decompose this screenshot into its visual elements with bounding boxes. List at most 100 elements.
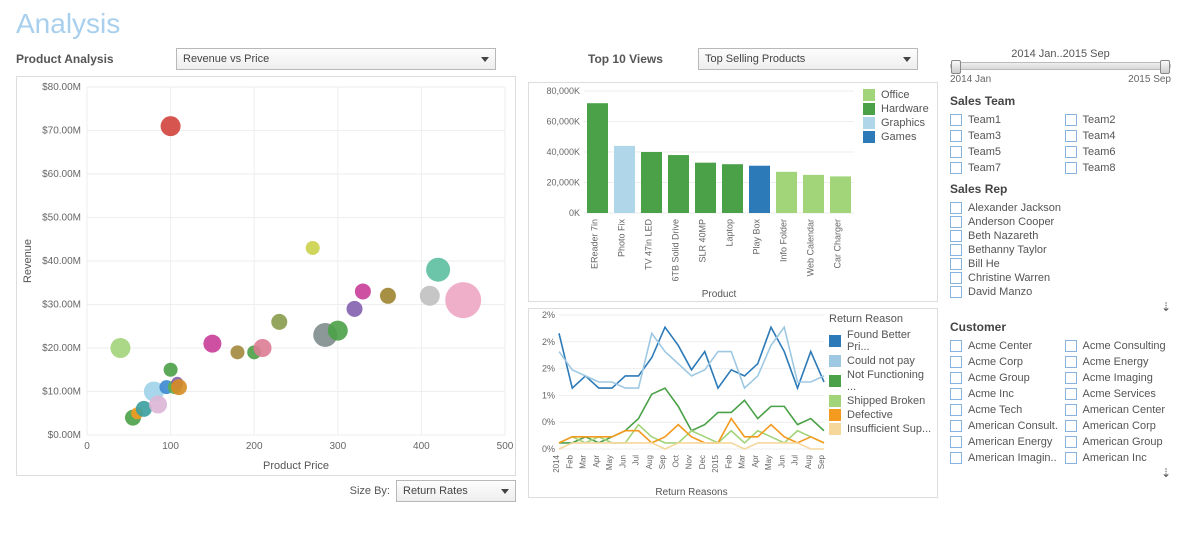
bar-legend: OfficeHardwareGraphicsGames bbox=[859, 83, 937, 301]
customer-checkbox-7[interactable]: Acme Services bbox=[1065, 388, 1172, 400]
svg-text:2%: 2% bbox=[542, 364, 555, 374]
customer-checkbox-2[interactable]: Acme Corp bbox=[950, 356, 1057, 368]
svg-text:$40.00M: $40.00M bbox=[42, 256, 81, 267]
svg-text:Mar: Mar bbox=[738, 455, 747, 469]
svg-text:$0.00M: $0.00M bbox=[48, 430, 81, 441]
svg-text:Feb: Feb bbox=[565, 454, 574, 468]
time-start-label: 2014 Jan bbox=[950, 74, 991, 85]
customer-title: Customer bbox=[950, 320, 1171, 334]
time-end-label: 2015 Sep bbox=[1128, 74, 1171, 85]
svg-text:May: May bbox=[605, 455, 614, 470]
customer-checkbox-4[interactable]: Acme Group bbox=[950, 372, 1057, 384]
line-legend: Return Reason Found Better Pri...Could n… bbox=[829, 309, 937, 497]
svg-text:2%: 2% bbox=[542, 310, 555, 320]
customer-checkbox-3[interactable]: Acme Energy bbox=[1065, 356, 1172, 368]
customer-checkbox-11[interactable]: American Corp bbox=[1065, 420, 1172, 432]
customer-checkbox-0[interactable]: Acme Center bbox=[950, 340, 1057, 352]
svg-text:$70.00M: $70.00M bbox=[42, 126, 81, 137]
team-checkbox-1[interactable]: Team2 bbox=[1065, 114, 1172, 126]
svg-text:Product: Product bbox=[702, 289, 737, 300]
svg-text:$10.00M: $10.00M bbox=[42, 387, 81, 398]
svg-text:Car Charger: Car Charger bbox=[833, 219, 843, 269]
svg-text:0: 0 bbox=[84, 441, 90, 452]
customer-checkbox-12[interactable]: American Energy bbox=[950, 436, 1057, 448]
rep-checkbox-5[interactable]: Christine Warren bbox=[950, 272, 1171, 284]
svg-text:80,000K: 80,000K bbox=[546, 86, 580, 96]
svg-text:Sep: Sep bbox=[817, 454, 826, 469]
rep-checkbox-3[interactable]: Bethanny Taylor bbox=[950, 244, 1171, 256]
svg-text:0K: 0K bbox=[569, 208, 580, 218]
svg-text:0%: 0% bbox=[542, 417, 555, 427]
svg-text:2014: 2014 bbox=[552, 454, 561, 472]
top10-select[interactable]: Top Selling Products bbox=[698, 48, 918, 70]
sizeby-select[interactable]: Return Rates bbox=[396, 480, 516, 502]
customer-checkbox-6[interactable]: Acme Inc bbox=[950, 388, 1057, 400]
rep-checkbox-0[interactable]: Alexander Jackson bbox=[950, 202, 1171, 214]
svg-text:Info Folder: Info Folder bbox=[779, 219, 789, 262]
svg-text:Photo Fix: Photo Fix bbox=[617, 219, 627, 258]
time-slider[interactable]: 2014 Jan..2015 Sep 2014 Jan 2015 Sep bbox=[950, 48, 1171, 88]
expand-reps-icon[interactable]: ⇣ bbox=[1161, 300, 1171, 314]
svg-text:Feb: Feb bbox=[724, 454, 733, 468]
svg-text:Aug: Aug bbox=[804, 455, 813, 469]
svg-text:TV 47in LED: TV 47in LED bbox=[644, 219, 654, 271]
sizeby-label: Size By: bbox=[350, 485, 390, 497]
svg-text:Jun: Jun bbox=[618, 455, 627, 468]
customer-checkbox-8[interactable]: Acme Tech bbox=[950, 404, 1057, 416]
svg-text:Product Price: Product Price bbox=[263, 460, 329, 472]
customer-checkbox-13[interactable]: American Group bbox=[1065, 436, 1172, 448]
svg-text:60,000K: 60,000K bbox=[546, 117, 580, 127]
svg-text:$50.00M: $50.00M bbox=[42, 213, 81, 224]
rep-checkbox-1[interactable]: Anderson Cooper bbox=[950, 216, 1171, 228]
svg-text:EReader 7in: EReader 7in bbox=[590, 219, 600, 269]
svg-text:Play Box: Play Box bbox=[752, 219, 762, 255]
svg-text:Apr: Apr bbox=[751, 455, 760, 468]
svg-text:$30.00M: $30.00M bbox=[42, 300, 81, 311]
customer-checkbox-9[interactable]: American Center bbox=[1065, 404, 1172, 416]
product-analysis-select[interactable]: Revenue vs Price bbox=[176, 48, 496, 70]
svg-text:SLR 40MP: SLR 40MP bbox=[698, 219, 708, 263]
customer-checkbox-15[interactable]: American Inc bbox=[1065, 452, 1172, 464]
svg-text:500: 500 bbox=[497, 441, 514, 452]
line-chart: 0%0%1%2%2%2%2014FebMarAprMayJunJulAugSep… bbox=[529, 309, 829, 497]
svg-text:1%: 1% bbox=[542, 390, 555, 400]
svg-text:Mar: Mar bbox=[579, 455, 588, 469]
rep-checkbox-6[interactable]: David Manzo bbox=[950, 286, 1171, 298]
svg-text:Sep: Sep bbox=[658, 454, 667, 469]
svg-text:Aug: Aug bbox=[645, 455, 654, 469]
customer-checkbox-10[interactable]: American Consult... bbox=[950, 420, 1057, 432]
team-checkbox-7[interactable]: Team8 bbox=[1065, 162, 1172, 174]
svg-text:6TB Solid Drive: 6TB Solid Drive bbox=[671, 219, 681, 282]
svg-text:Web Calendar: Web Calendar bbox=[806, 219, 816, 276]
page-title: Analysis bbox=[16, 8, 1171, 40]
team-checkbox-3[interactable]: Team4 bbox=[1065, 130, 1172, 142]
rep-checkbox-4[interactable]: Bill He bbox=[950, 258, 1171, 270]
team-checkbox-4[interactable]: Team5 bbox=[950, 146, 1057, 158]
svg-text:Nov: Nov bbox=[685, 455, 694, 469]
scatter-chart: $0.00M$10.00M$20.00M$30.00M$40.00M$50.00… bbox=[17, 77, 515, 475]
svg-text:Revenue: Revenue bbox=[22, 239, 34, 283]
svg-text:$80.00M: $80.00M bbox=[42, 82, 81, 93]
svg-text:40,000K: 40,000K bbox=[546, 147, 580, 157]
rep-checkbox-2[interactable]: Beth Nazareth bbox=[950, 230, 1171, 242]
team-checkbox-6[interactable]: Team7 bbox=[950, 162, 1057, 174]
team-checkbox-2[interactable]: Team3 bbox=[950, 130, 1057, 142]
time-range-label: 2014 Jan..2015 Sep bbox=[950, 48, 1171, 60]
svg-text:2%: 2% bbox=[542, 337, 555, 347]
team-checkbox-0[interactable]: Team1 bbox=[950, 114, 1057, 126]
svg-text:Oct: Oct bbox=[671, 454, 680, 467]
customer-checkbox-14[interactable]: American Imagin... bbox=[950, 452, 1057, 464]
product-analysis-label: Product Analysis bbox=[16, 52, 176, 66]
customer-checkbox-5[interactable]: Acme Imaging bbox=[1065, 372, 1172, 384]
svg-text:20,000K: 20,000K bbox=[546, 178, 580, 188]
customer-checkbox-1[interactable]: Acme Consulting bbox=[1065, 340, 1172, 352]
sales-rep-title: Sales Rep bbox=[950, 182, 1007, 196]
svg-text:100: 100 bbox=[162, 441, 179, 452]
svg-text:0%: 0% bbox=[542, 444, 555, 454]
svg-text:Dec: Dec bbox=[698, 455, 707, 469]
sales-team-title: Sales Team bbox=[950, 94, 1171, 108]
svg-text:Apr: Apr bbox=[592, 455, 601, 468]
svg-text:Laptop: Laptop bbox=[725, 219, 735, 247]
team-checkbox-5[interactable]: Team6 bbox=[1065, 146, 1172, 158]
expand-customers-icon[interactable]: ⇣ bbox=[1161, 466, 1171, 480]
